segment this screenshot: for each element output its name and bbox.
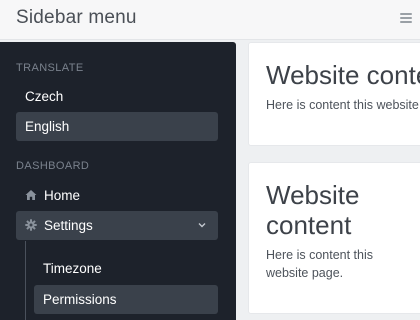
submenu-guide-line bbox=[25, 241, 26, 320]
sidebar-item-label: Settings bbox=[44, 218, 93, 233]
home-icon bbox=[25, 190, 37, 200]
content-card: Website content Here is content this web… bbox=[248, 42, 420, 146]
sidebar-item-english[interactable]: English bbox=[16, 112, 218, 141]
card-text-line: Here is content this bbox=[266, 248, 373, 262]
submenu-item-timezone[interactable]: Timezone bbox=[34, 254, 218, 283]
sidebar: TRANSLATE Czech English DASHBOARD Home S… bbox=[0, 42, 236, 320]
sidebar-item-czech[interactable]: Czech bbox=[16, 82, 218, 111]
card-title-line: Website bbox=[266, 180, 360, 210]
section-label-dashboard: DASHBOARD bbox=[16, 160, 90, 172]
section-label-translate: TRANSLATE bbox=[16, 62, 84, 74]
chevron-down-icon bbox=[198, 223, 206, 228]
hamburger-icon[interactable] bbox=[400, 13, 412, 25]
submenu-item-permissions[interactable]: Permissions bbox=[34, 285, 218, 314]
card-title-line: content bbox=[266, 210, 352, 240]
card-title: Website content bbox=[266, 60, 420, 90]
sidebar-item-settings[interactable]: Settings bbox=[16, 211, 218, 240]
sidebar-item-label: Czech bbox=[25, 89, 64, 104]
sidebar-item-label: Home bbox=[44, 188, 81, 203]
card-text: Here is content this website page. bbox=[266, 98, 420, 112]
gear-icon bbox=[25, 219, 37, 231]
top-bar: Sidebar menu bbox=[0, 0, 420, 40]
submenu-item-label: Timezone bbox=[43, 261, 102, 276]
sidebar-item-home[interactable]: Home bbox=[16, 181, 218, 210]
card-text-line: website page. bbox=[266, 266, 344, 280]
content-card: Website content Here is content this web… bbox=[248, 162, 420, 314]
app-title: Sidebar menu bbox=[16, 7, 137, 28]
submenu-item-label: Permissions bbox=[43, 292, 117, 307]
sidebar-item-label: English bbox=[25, 119, 70, 134]
